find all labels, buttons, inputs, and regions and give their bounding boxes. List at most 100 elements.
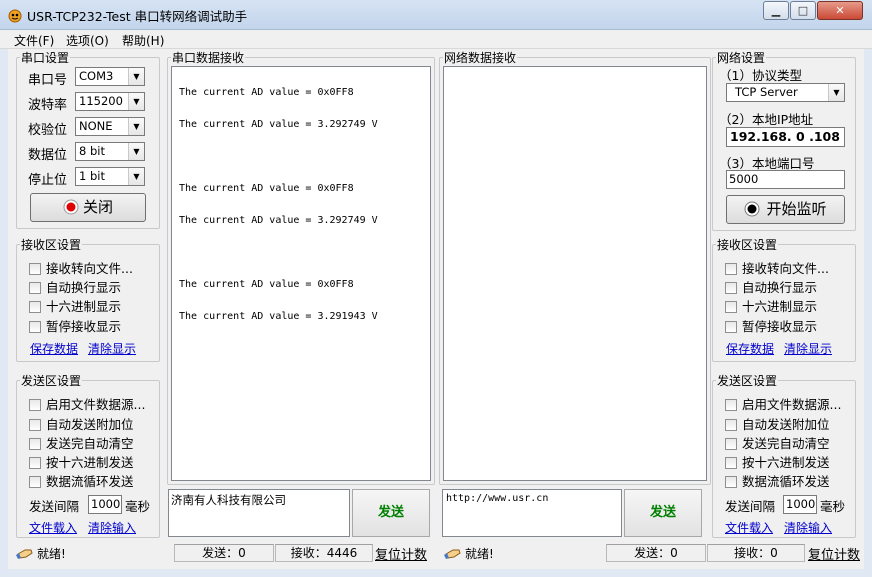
left-clear-display-link[interactable]: 清除显示: [88, 340, 136, 357]
left-auto-append-checkbox[interactable]: 自动发送附加位: [29, 414, 134, 432]
right-auto-wrap-checkbox[interactable]: 自动换行显示: [725, 277, 817, 295]
right-save-data-link[interactable]: 保存数据: [726, 340, 774, 357]
serial-receive-line: The current AD value = 0x0FF8: [179, 279, 354, 290]
network-send-button[interactable]: 发送: [624, 489, 702, 537]
hand-icon: [444, 549, 461, 559]
databits-select[interactable]: 8 bit ▼: [75, 142, 145, 161]
right-reset-count-button[interactable]: 复位计数: [808, 544, 860, 563]
window-title: USR-TCP232-Test 串口转网络调试助手: [27, 9, 248, 24]
parity-select[interactable]: NONE ▼: [75, 117, 145, 136]
parity-label: 校验位: [28, 123, 68, 138]
left-received-count: 接收：4446: [275, 544, 373, 562]
serial-receive-legend: 串口数据接收: [172, 51, 245, 65]
right-receive-to-file-checkbox[interactable]: 接收转向文件...: [725, 258, 829, 276]
ip-label: （2）本地IP地址: [719, 112, 814, 127]
right-send-legend: 发送区设置: [717, 374, 778, 388]
ip-input[interactable]: 192.168. 0 .108: [726, 127, 845, 147]
left-hex-send-checkbox[interactable]: 按十六进制发送: [29, 452, 134, 470]
client-area: 串口设置 串口号 COM3 ▼ 波特率 115200 ▼ 校验位 NONE ▼ 数据位…: [8, 49, 864, 569]
network-receive-textarea[interactable]: [443, 66, 707, 481]
app-icon: [8, 9, 22, 23]
close-window-button[interactable]: ✕: [817, 1, 863, 20]
network-receive-legend: 网络数据接收: [444, 51, 517, 65]
left-auto-wrap-checkbox[interactable]: 自动换行显示: [29, 277, 121, 295]
left-status-ready: 就绪!: [16, 545, 66, 562]
left-hex-display-checkbox[interactable]: 十六进制显示: [29, 296, 121, 314]
network-send-textarea[interactable]: http://www.usr.cn: [442, 489, 622, 537]
start-listen-button[interactable]: 开始监听: [726, 195, 845, 224]
left-load-file-link[interactable]: 文件载入: [29, 519, 77, 536]
left-receive-to-file-checkbox[interactable]: 接收转向文件...: [29, 258, 133, 276]
right-loop-send-checkbox[interactable]: 数据流循环发送: [725, 471, 830, 489]
network-settings-legend: 网络设置: [717, 51, 766, 65]
right-load-file-link[interactable]: 文件载入: [725, 519, 773, 536]
right-interval-unit: 毫秒: [820, 499, 846, 514]
left-file-source-checkbox[interactable]: 启用文件数据源...: [29, 394, 145, 412]
right-clear-display-link[interactable]: 清除显示: [784, 340, 832, 357]
left-sent-count: 发送：0: [174, 544, 274, 562]
serial-receive-line: The current AD value = 3.291943 V: [179, 311, 378, 322]
port-label: 串口号: [28, 73, 68, 88]
menu-file[interactable]: 文件(F): [14, 32, 54, 49]
left-interval-input[interactable]: 1000: [88, 495, 122, 514]
right-hex-display-checkbox[interactable]: 十六进制显示: [725, 296, 817, 314]
minimize-button[interactable]: ▁: [763, 1, 789, 20]
maximize-button[interactable]: □: [790, 1, 816, 20]
right-file-source-checkbox[interactable]: 启用文件数据源...: [725, 394, 841, 412]
hand-icon: [16, 549, 33, 559]
right-received-count: 接收：0: [707, 544, 805, 562]
serial-receive-textarea[interactable]: The current AD value = 0x0FF8 The curren…: [171, 66, 431, 481]
close-port-label: 关闭: [82, 198, 113, 216]
protocol-label: （1）协议类型: [719, 68, 802, 83]
left-loop-send-checkbox[interactable]: 数据流循环发送: [29, 471, 134, 489]
chevron-down-icon: ▼: [128, 118, 144, 135]
right-pause-receive-checkbox[interactable]: 暂停接收显示: [725, 316, 817, 334]
left-interval-label: 发送间隔: [29, 499, 80, 514]
serial-receive-line: The current AD value = 3.292749 V: [179, 119, 378, 130]
radio-on-icon: [744, 201, 760, 217]
databits-select-value: 8 bit: [79, 144, 105, 158]
local-port-input[interactable]: 5000: [726, 170, 845, 189]
left-auto-clear-checkbox[interactable]: 发送完自动清空: [29, 433, 134, 451]
serial-send-textarea[interactable]: 济南有人科技有限公司: [168, 489, 350, 537]
chevron-down-icon: ▼: [128, 168, 144, 185]
record-icon: [63, 199, 79, 215]
port-select[interactable]: COM3 ▼: [75, 67, 145, 86]
stopbits-select-value: 1 bit: [79, 169, 105, 183]
serial-send-button[interactable]: 发送: [352, 489, 430, 537]
right-sent-count: 发送：0: [606, 544, 706, 562]
right-auto-append-checkbox[interactable]: 自动发送附加位: [725, 414, 830, 432]
title-bar: USR-TCP232-Test 串口转网络调试助手 ▁ □ ✕: [0, 0, 872, 30]
menu-bar: 文件(F) 选项(O) 帮助(H): [0, 30, 872, 49]
chevron-down-icon: ▼: [828, 84, 844, 101]
serial-settings-legend: 串口设置: [21, 51, 70, 65]
chevron-down-icon: ▼: [128, 68, 144, 85]
parity-select-value: NONE: [79, 119, 113, 133]
stopbits-label: 停止位: [28, 173, 68, 188]
close-port-button[interactable]: 关闭: [30, 193, 146, 222]
right-hex-send-checkbox[interactable]: 按十六进制发送: [725, 452, 830, 470]
right-receive-legend: 接收区设置: [717, 238, 778, 252]
baud-select-value: 115200: [79, 94, 123, 108]
right-clear-input-link[interactable]: 清除输入: [784, 519, 832, 536]
left-send-legend: 发送区设置: [21, 374, 82, 388]
databits-label: 数据位: [28, 148, 68, 163]
left-pause-receive-checkbox[interactable]: 暂停接收显示: [29, 316, 121, 334]
left-save-data-link[interactable]: 保存数据: [30, 340, 78, 357]
baud-select[interactable]: 115200 ▼: [75, 92, 145, 111]
left-clear-input-link[interactable]: 清除输入: [88, 519, 136, 536]
left-reset-count-button[interactable]: 复位计数: [375, 544, 427, 563]
port-select-value: COM3: [79, 69, 114, 83]
serial-receive-line: The current AD value = 3.292749 V: [179, 215, 378, 226]
serial-receive-line: The current AD value = 0x0FF8: [179, 183, 354, 194]
right-auto-clear-checkbox[interactable]: 发送完自动清空: [725, 433, 830, 451]
left-receive-legend: 接收区设置: [21, 238, 82, 252]
protocol-select-value: TCP Server: [735, 85, 798, 99]
right-interval-input[interactable]: 1000: [783, 495, 817, 514]
menu-options[interactable]: 选项(O): [66, 32, 109, 49]
menu-help[interactable]: 帮助(H): [122, 32, 164, 49]
chevron-down-icon: ▼: [128, 143, 144, 160]
protocol-select[interactable]: TCP Server ▼: [726, 83, 845, 102]
baud-label: 波特率: [28, 98, 68, 113]
stopbits-select[interactable]: 1 bit ▼: [75, 167, 145, 186]
